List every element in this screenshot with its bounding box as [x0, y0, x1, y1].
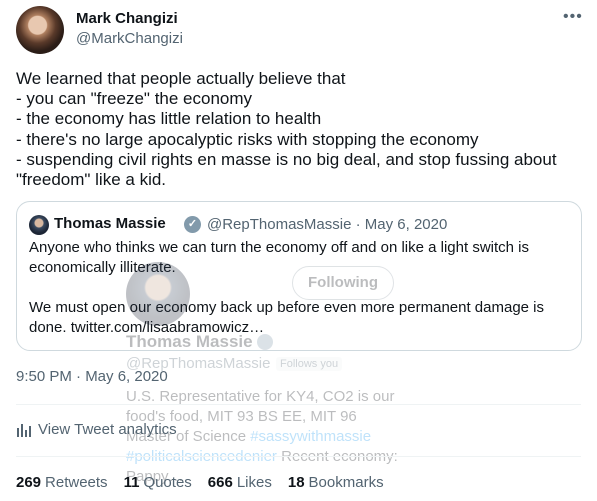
divider: [16, 404, 581, 405]
tweet-stats: 269 Retweets 11 Quotes 666 Likes 18 Bookmark…: [16, 474, 400, 491]
follows-you-badge: Follows you: [276, 357, 343, 371]
author-avatar[interactable]: [16, 6, 64, 54]
retweets-stat[interactable]: 269 Retweets: [16, 474, 108, 491]
quote-author-name[interactable]: Thomas Massie: [54, 215, 166, 232]
verified-badge-icon: ✓: [184, 216, 201, 233]
analytics-icon: [17, 423, 31, 437]
quote-text: Anyone who thinks we can turn the econom…: [29, 239, 545, 336]
quoted-tweet[interactable]: Thomas Massie ✓ @RepThomasMassie · May 6…: [16, 201, 582, 351]
tweet-text: We learned that people actually believe …: [16, 69, 557, 190]
view-analytics-link[interactable]: View Tweet analytics: [16, 421, 177, 438]
tweet-timestamp[interactable]: 9:50 PM · May 6, 2020: [16, 368, 168, 385]
quote-meta: @RepThomasMassie · May 6, 2020: [207, 216, 448, 233]
divider: [16, 456, 581, 457]
analytics-label[interactable]: View Tweet analytics: [38, 421, 177, 438]
bookmarks-stat[interactable]: 18 Bookmarks: [288, 474, 384, 491]
author-name[interactable]: Mark Changizi: [76, 10, 178, 27]
quotes-stat[interactable]: 11 Quotes: [124, 474, 192, 491]
quote-avatar[interactable]: [29, 215, 49, 235]
more-icon[interactable]: •••: [563, 8, 583, 26]
author-handle[interactable]: @MarkChangizi: [76, 30, 183, 47]
likes-stat[interactable]: 666 Likes: [208, 474, 272, 491]
